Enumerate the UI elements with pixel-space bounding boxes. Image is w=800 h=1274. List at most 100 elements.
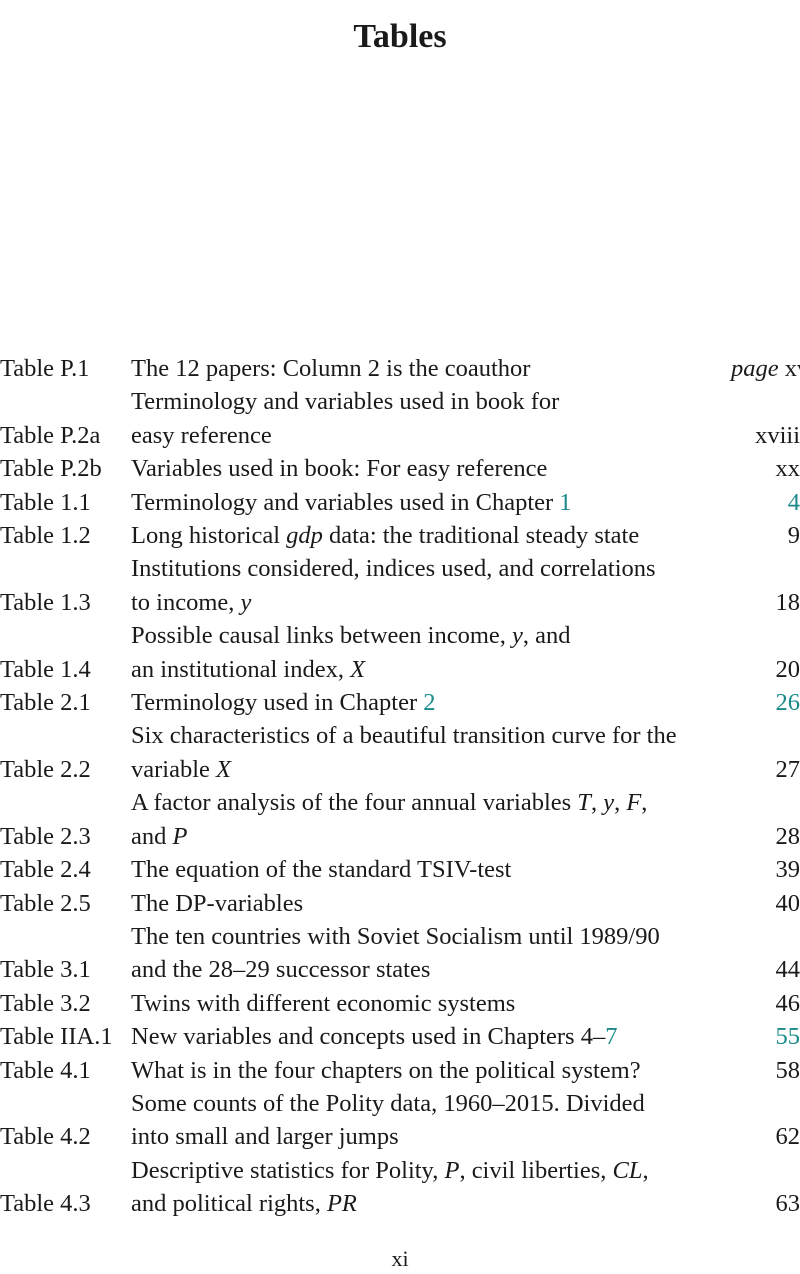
description-text: What is in the four chapters on the poli… — [131, 1057, 641, 1084]
italic-variable: P — [173, 823, 188, 850]
description-text: Possible causal links between income, — [131, 622, 512, 649]
page-reference: 62 — [731, 1120, 800, 1153]
toc-entry: Table 1.4Possible causal links between i… — [0, 619, 800, 686]
table-description: Terminology used in Chapter 2 — [131, 686, 731, 719]
description-text: and political rights, — [131, 1190, 327, 1217]
description-text: A factor analysis of the four annual var… — [131, 789, 577, 816]
chapter-link[interactable]: 2 — [423, 689, 435, 716]
page-number-text: 27 — [776, 756, 800, 783]
toc-entry: Table 3.1The ten countries with Soviet S… — [0, 920, 800, 987]
table-label: Table 1.4 — [0, 653, 131, 686]
toc-entry: Table 2.5The DP-variables40 — [0, 887, 800, 920]
table-label: Table 4.3 — [0, 1187, 131, 1220]
table-description: The 12 papers: Column 2 is the coauthor — [131, 352, 731, 385]
description-text: , civil liberties, — [459, 1157, 612, 1184]
page-reference: 44 — [731, 953, 800, 986]
page-reference: 20 — [731, 653, 800, 686]
page-number-text: 63 — [776, 1190, 800, 1217]
page-number-text: 39 — [776, 856, 800, 883]
table-label: Table P.2a — [0, 419, 131, 452]
description-line: Terminology used in Chapter 2 — [131, 686, 731, 719]
table-label: Table 3.2 — [0, 987, 131, 1020]
description-line: Some counts of the Polity data, 1960–201… — [131, 1087, 731, 1120]
toc-entry: Table 2.2Six characteristics of a beauti… — [0, 719, 800, 786]
description-line: What is in the four chapters on the poli… — [131, 1054, 731, 1087]
chapter-link[interactable]: 7 — [605, 1023, 617, 1050]
page-reference: 46 — [731, 987, 800, 1020]
page-reference: 39 — [731, 853, 800, 886]
page-number-text: 18 — [776, 589, 800, 616]
description-text: Terminology and variables used in Chapte… — [131, 489, 559, 516]
table-label: Table 2.5 — [0, 887, 131, 920]
description-line: Six characteristics of a beautiful trans… — [131, 719, 731, 752]
table-label: Table 2.2 — [0, 753, 131, 786]
italic-variable: y — [241, 589, 252, 616]
table-description: Twins with different economic systems — [131, 987, 731, 1020]
page-link[interactable]: 26 — [776, 689, 800, 716]
toc-entry: Table 4.3Descriptive statistics for Poli… — [0, 1154, 800, 1221]
description-text: The 12 papers: Column 2 is the coauthor — [131, 355, 530, 382]
toc-entry: Table 4.1What is in the four chapters on… — [0, 1054, 800, 1087]
page-number-text: 40 — [776, 890, 800, 917]
page-number-text: 58 — [776, 1057, 800, 1084]
italic-variable: gdp — [286, 522, 323, 549]
description-line: Institutions considered, indices used, a… — [131, 552, 731, 585]
table-label: Table 3.1 — [0, 953, 131, 986]
table-label: Table 1.1 — [0, 486, 131, 519]
description-line: to income, y — [131, 586, 731, 619]
description-line: Variables used in book: For easy referen… — [131, 452, 731, 485]
table-label: Table 2.3 — [0, 820, 131, 853]
description-line: A factor analysis of the four annual var… — [131, 786, 731, 819]
page-link[interactable]: 55 — [776, 1023, 800, 1050]
description-text: , — [591, 789, 603, 816]
table-label: Table 4.2 — [0, 1120, 131, 1153]
description-text: , — [643, 1157, 649, 1184]
page-link[interactable]: 4 — [788, 489, 800, 516]
description-text: – — [593, 1023, 605, 1050]
table-description: Terminology and variables used in Chapte… — [131, 486, 731, 519]
description-line: Terminology and variables used in Chapte… — [131, 486, 731, 519]
description-text: and the 28–29 successor states — [131, 956, 430, 983]
table-label: Table 1.2 — [0, 519, 131, 552]
table-description: The ten countries with Soviet Socialism … — [131, 920, 731, 987]
page-reference: 63 — [731, 1187, 800, 1220]
page-number-text: 44 — [776, 956, 800, 983]
italic-variable: PR — [327, 1190, 357, 1217]
page-number-text: xx — [776, 455, 800, 482]
table-description: Six characteristics of a beautiful trans… — [131, 719, 731, 786]
table-description: New variables and concepts used in Chapt… — [131, 1020, 731, 1053]
description-text: Terminology and variables used in book f… — [131, 388, 559, 415]
description-line: an institutional index, X — [131, 653, 731, 686]
table-label: Table 2.1 — [0, 686, 131, 719]
chapter-link[interactable]: 1 — [559, 489, 571, 516]
toc-entry: Table P.1The 12 papers: Column 2 is the … — [0, 352, 800, 385]
table-description: What is in the four chapters on the poli… — [131, 1054, 731, 1087]
description-text: Twins with different economic systems — [131, 990, 515, 1017]
description-line: into small and larger jumps — [131, 1120, 731, 1153]
toc-entry: Table P.2bVariables used in book: For ea… — [0, 452, 800, 485]
italic-variable: T — [577, 789, 591, 816]
italic-variable: F — [626, 789, 641, 816]
table-description: Some counts of the Polity data, 1960–201… — [131, 1087, 731, 1154]
description-text: The ten countries with Soviet Socialism … — [131, 923, 660, 950]
description-text: an institutional index, — [131, 656, 350, 683]
description-line: The 12 papers: Column 2 is the coauthor — [131, 352, 731, 385]
description-text: , and — [523, 622, 571, 649]
table-description: Terminology and variables used in book f… — [131, 385, 731, 452]
page-reference: xviii — [731, 419, 800, 452]
toc-entry: Table 1.3Institutions considered, indice… — [0, 552, 800, 619]
description-text: Some counts of the Polity data, 1960–201… — [131, 1090, 645, 1117]
toc-entry: Table 4.2Some counts of the Polity data,… — [0, 1087, 800, 1154]
toc-entry: Table 3.2Twins with different economic s… — [0, 987, 800, 1020]
table-description: Institutions considered, indices used, a… — [131, 552, 731, 619]
description-text: to income, — [131, 589, 241, 616]
page-reference: 58 — [731, 1054, 800, 1087]
toc-entry: Table IIA.1New variables and concepts us… — [0, 1020, 800, 1053]
table-label: Table 4.1 — [0, 1054, 131, 1087]
italic-variable: y — [603, 789, 614, 816]
toc-entry: Table 1.1Terminology and variables used … — [0, 486, 800, 519]
description-line: The equation of the standard TSIV-test — [131, 853, 731, 886]
italic-variable: P — [444, 1157, 459, 1184]
table-description: The equation of the standard TSIV-test — [131, 853, 731, 886]
page-prefix: page — [731, 355, 779, 382]
